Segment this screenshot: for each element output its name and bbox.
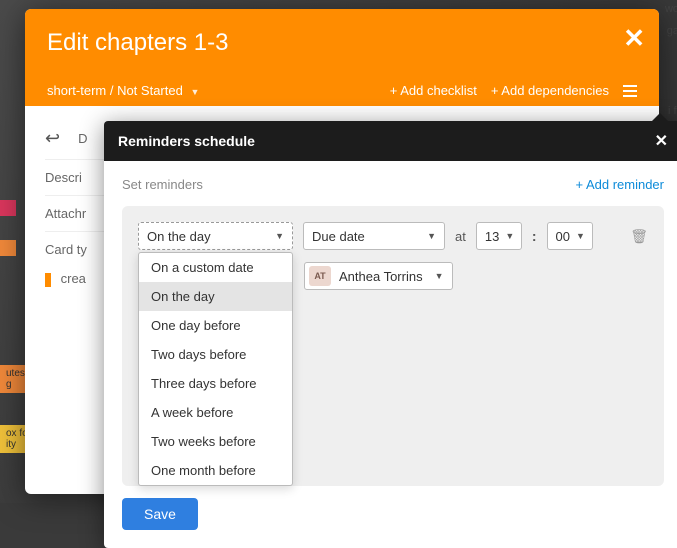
when-select-value: On the day xyxy=(147,229,211,244)
add-dependencies-button[interactable]: + Add dependencies xyxy=(491,83,609,98)
chevron-down-icon: ▼ xyxy=(435,271,444,281)
minute-select[interactable]: 00 ▼ xyxy=(547,222,593,250)
when-dropdown: On a custom date On the day One day befo… xyxy=(138,252,293,486)
more-menu-button[interactable] xyxy=(623,85,637,97)
bg-fragment xyxy=(0,240,16,256)
hour-value: 13 xyxy=(485,229,499,244)
when-option[interactable]: Three days before xyxy=(139,369,292,398)
description-label: Descri xyxy=(45,170,82,185)
when-option[interactable]: One day before xyxy=(139,311,292,340)
minute-value: 00 xyxy=(556,229,570,244)
when-select[interactable]: On the day ▼ xyxy=(138,222,293,250)
bg-fragment: i fi xyxy=(668,105,677,117)
when-option[interactable]: On a custom date xyxy=(139,253,292,282)
body-heading-fragment: D xyxy=(78,131,87,146)
edit-card-modal: Edit chapters 1-3 ✕ short-term / Not Sta… xyxy=(25,9,659,494)
relative-to-select[interactable]: Due date ▼ xyxy=(303,222,445,250)
time-colon: : xyxy=(532,228,537,244)
modal-close-button[interactable]: ✕ xyxy=(623,23,645,54)
chevron-down-icon: ▼ xyxy=(576,231,585,241)
modal-header: Edit chapters 1-3 ✕ short-term / Not Sta… xyxy=(25,9,659,106)
popover-header: Reminders schedule ✕ xyxy=(104,121,677,161)
when-option[interactable]: A week before xyxy=(139,398,292,427)
relative-to-value: Due date xyxy=(312,229,365,244)
chevron-down-icon: ▼ xyxy=(190,87,199,97)
at-label: at xyxy=(455,229,466,244)
assignee-chip[interactable]: AT Anthea Torrins ▼ xyxy=(304,262,453,290)
avatar: AT xyxy=(309,266,331,286)
add-checklist-button[interactable]: + Add checklist xyxy=(390,83,477,98)
modal-title: Edit chapters 1-3 xyxy=(47,29,637,57)
set-reminders-label: Set reminders xyxy=(122,177,203,192)
chevron-down-icon: ▼ xyxy=(275,231,284,241)
when-option[interactable]: On the day xyxy=(139,282,292,311)
bg-fragment xyxy=(0,200,16,216)
status-color-bar xyxy=(45,273,51,287)
breadcrumb[interactable]: short-term / Not Started ▼ xyxy=(47,83,199,98)
bg-fragment: ga xyxy=(667,25,677,37)
card-type-label: Card ty xyxy=(45,242,87,257)
assignee-name: Anthea Torrins xyxy=(339,269,423,284)
chevron-down-icon: ▼ xyxy=(427,231,436,241)
chevron-down-icon: ▼ xyxy=(505,231,514,241)
add-reminder-button[interactable]: + Add reminder xyxy=(575,177,664,192)
popover-title: Reminders schedule xyxy=(118,133,255,149)
reminder-config-box: On the day ▼ Due date ▼ at 13 ▼ : 00 xyxy=(122,206,664,486)
when-option[interactable]: Two days before xyxy=(139,340,292,369)
created-label: crea xyxy=(61,271,86,286)
back-arrow-icon[interactable]: ↩ xyxy=(45,128,60,149)
when-option[interactable]: Two weeks before xyxy=(139,427,292,456)
attachments-label: Attachr xyxy=(45,206,86,221)
delete-reminder-button[interactable]: 🗑 xyxy=(630,228,648,245)
popover-close-button[interactable]: ✕ xyxy=(655,131,668,151)
hour-select[interactable]: 13 ▼ xyxy=(476,222,522,250)
reminders-popover: Reminders schedule ✕ Set reminders + Add… xyxy=(104,121,677,548)
when-option[interactable]: One month before xyxy=(139,456,292,485)
breadcrumb-text: short-term / Not Started xyxy=(47,83,183,98)
bg-fragment: wo xyxy=(665,3,677,15)
